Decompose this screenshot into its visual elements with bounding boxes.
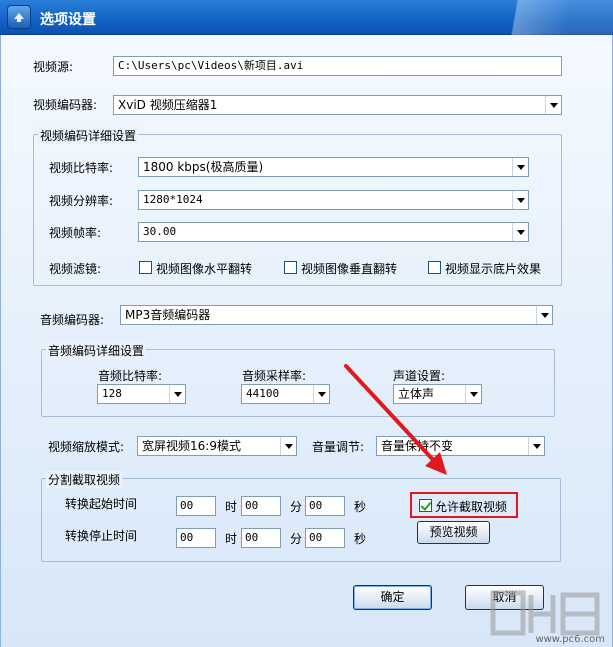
cut-video-legend: 分割截取视频 bbox=[46, 471, 123, 488]
chevron-down-icon[interactable] bbox=[536, 306, 552, 324]
start-minute-input[interactable]: 00 bbox=[241, 496, 281, 516]
chevron-down-icon[interactable] bbox=[313, 385, 329, 403]
volume-select[interactable]: 音量保持不变 bbox=[376, 436, 545, 456]
video-framerate-value: 30.00 bbox=[143, 225, 177, 238]
audio-samplerate-label: 音频采样率: bbox=[242, 369, 307, 383]
second-unit: 秒 bbox=[354, 500, 367, 514]
preview-video-button[interactable]: 预览视频 bbox=[417, 521, 490, 544]
scale-mode-label: 视频缩放模式: bbox=[48, 440, 125, 454]
cut-video-group: 分割截取视频 bbox=[41, 471, 561, 562]
audio-detail-legend: 音频编码详细设置 bbox=[46, 342, 147, 359]
scale-mode-select[interactable]: 宽屏视频16:9模式 bbox=[137, 436, 297, 456]
video-framerate-select[interactable]: 30.00 bbox=[138, 222, 529, 242]
chevron-down-icon[interactable] bbox=[465, 385, 481, 403]
audio-encoder-value: MP3音频编码器 bbox=[125, 308, 211, 322]
video-encoder-select[interactable]: XviD 视频压缩器1 bbox=[113, 95, 562, 115]
video-resolution-select[interactable]: 1280*1024 bbox=[138, 190, 529, 210]
chevron-down-icon[interactable] bbox=[528, 437, 544, 455]
audio-encoder-label: 音频编码器: bbox=[40, 313, 105, 327]
title-bar: 选项设置 bbox=[0, 0, 613, 35]
audio-samplerate-value: 44100 bbox=[246, 387, 280, 400]
flip-horizontal-checkbox[interactable] bbox=[139, 261, 152, 274]
negative-effect-checkbox[interactable] bbox=[428, 261, 441, 274]
start-time-label: 转换起始时间 bbox=[65, 497, 138, 511]
end-minute-input[interactable]: 00 bbox=[241, 528, 281, 548]
start-second-input[interactable]: 00 bbox=[305, 496, 345, 516]
video-encoder-value: XviD 视频压缩器1 bbox=[118, 98, 218, 112]
allow-cut-label: 允许截取视频 bbox=[435, 500, 508, 514]
allow-cut-checkbox[interactable] bbox=[419, 499, 432, 512]
flip-vertical-label: 视频图像垂直翻转 bbox=[301, 262, 398, 276]
channels-value: 立体声 bbox=[398, 387, 435, 401]
hour-unit: 时 bbox=[225, 500, 238, 514]
video-filter-label: 视频滤镜: bbox=[49, 262, 102, 276]
audio-bitrate-label: 音频比特率: bbox=[98, 369, 163, 383]
start-hour-input[interactable]: 00 bbox=[176, 496, 216, 516]
chevron-down-icon[interactable] bbox=[169, 385, 185, 403]
volume-label: 音量调节: bbox=[312, 440, 365, 454]
video-resolution-label: 视频分辨率: bbox=[49, 194, 114, 208]
minute-unit: 分 bbox=[290, 500, 303, 514]
channels-label: 声道设置: bbox=[393, 369, 446, 383]
chevron-down-icon[interactable] bbox=[280, 437, 296, 455]
second-unit: 秒 bbox=[354, 532, 367, 546]
chevron-down-icon[interactable] bbox=[512, 223, 528, 241]
title-decoration bbox=[433, 0, 613, 35]
audio-bitrate-select[interactable]: 128 bbox=[97, 384, 186, 404]
audio-encoder-select[interactable]: MP3音频编码器 bbox=[120, 305, 553, 325]
scale-mode-value: 宽屏视频16:9模式 bbox=[142, 439, 241, 453]
volume-value: 音量保持不变 bbox=[381, 439, 454, 453]
audio-samplerate-select[interactable]: 44100 bbox=[241, 384, 330, 404]
video-source-field[interactable]: C:\Users\pc\Videos\新项目.avi bbox=[113, 56, 562, 76]
end-hour-input[interactable]: 00 bbox=[176, 528, 216, 548]
end-second-input[interactable]: 00 bbox=[305, 528, 345, 548]
video-bitrate-label: 视频比特率: bbox=[49, 161, 114, 175]
video-framerate-label: 视频帧率: bbox=[49, 226, 102, 240]
video-encoder-label: 视频编码器: bbox=[33, 98, 98, 112]
video-resolution-value: 1280*1024 bbox=[143, 193, 203, 206]
video-bitrate-select[interactable]: 1800 kbps(极高质量) bbox=[138, 157, 529, 177]
video-bitrate-value: 1800 kbps(极高质量) bbox=[143, 160, 264, 174]
chevron-down-icon[interactable] bbox=[512, 191, 528, 209]
video-detail-legend: 视频编码详细设置 bbox=[38, 127, 139, 144]
window-title: 选项设置 bbox=[40, 12, 96, 28]
negative-effect-label: 视频显示底片效果 bbox=[445, 262, 542, 276]
app-logo-icon bbox=[7, 5, 31, 29]
channels-select[interactable]: 立体声 bbox=[393, 384, 482, 404]
ok-button[interactable]: 确定 bbox=[353, 585, 432, 610]
chevron-down-icon[interactable] bbox=[545, 96, 561, 114]
flip-horizontal-label: 视频图像水平翻转 bbox=[156, 262, 253, 276]
watermark-text: www.pc6.com bbox=[535, 634, 605, 645]
minute-unit: 分 bbox=[290, 532, 303, 546]
chevron-down-icon[interactable] bbox=[512, 158, 528, 176]
video-source-label: 视频源: bbox=[33, 60, 74, 74]
dialog-body: 视频源: C:\Users\pc\Videos\新项目.avi 视频编码器: X… bbox=[0, 35, 613, 647]
hour-unit: 时 bbox=[225, 532, 238, 546]
flip-vertical-checkbox[interactable] bbox=[284, 261, 297, 274]
audio-bitrate-value: 128 bbox=[102, 387, 122, 400]
end-time-label: 转换停止时间 bbox=[65, 529, 138, 543]
